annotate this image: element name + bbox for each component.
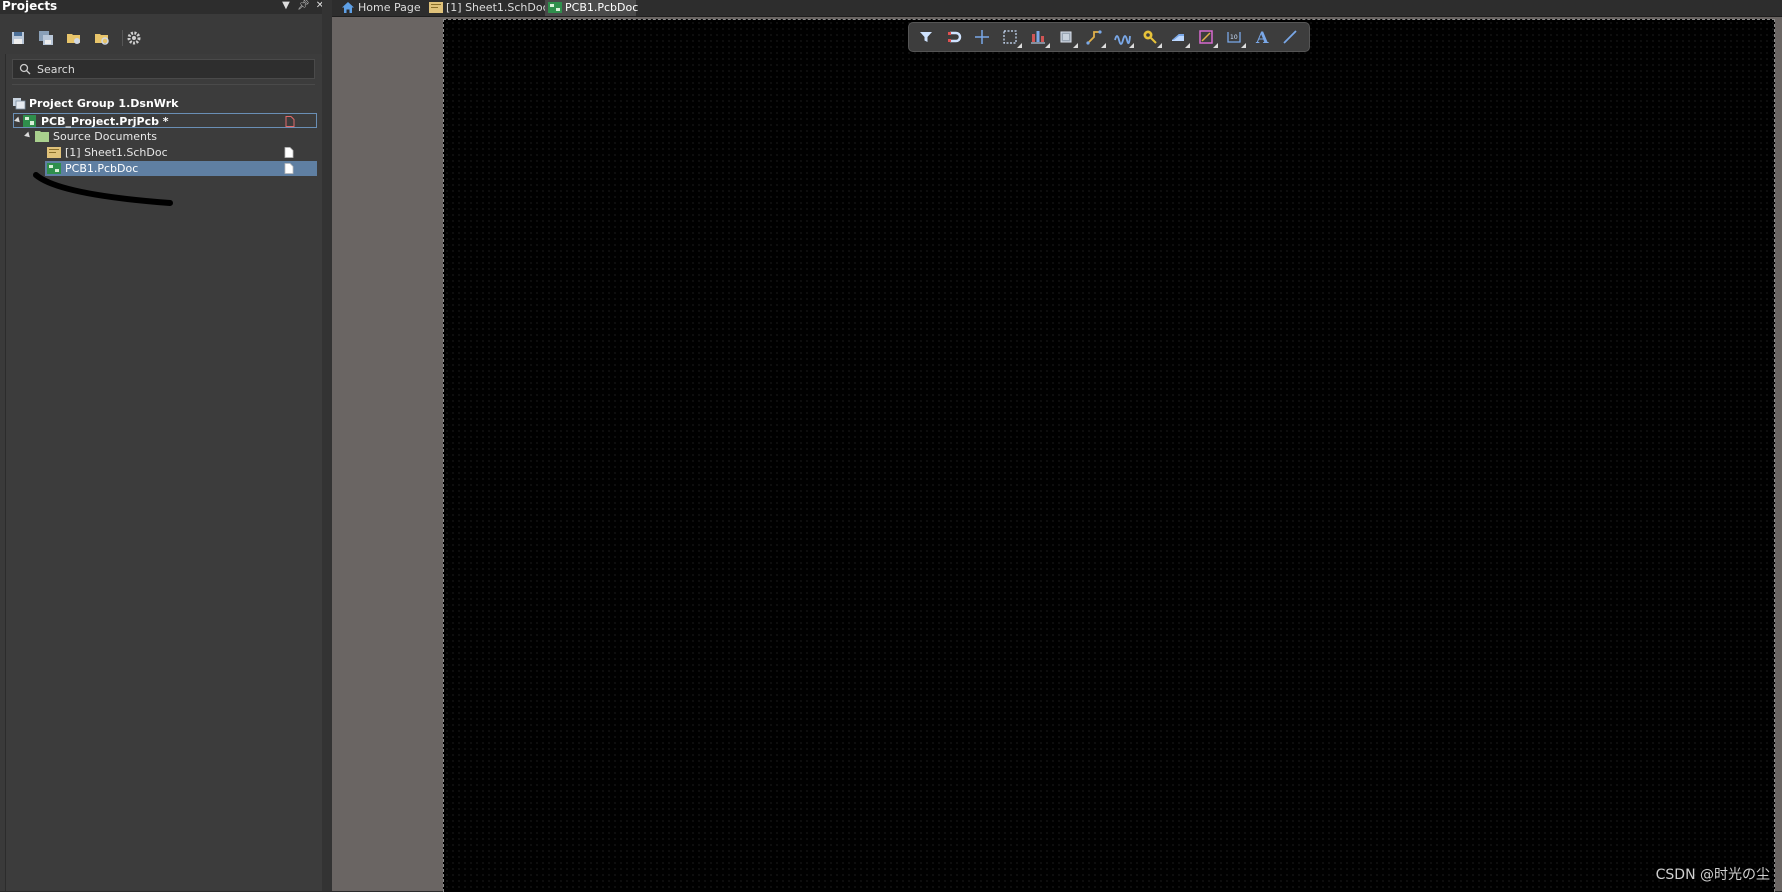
modified-document-icon xyxy=(285,116,295,127)
pcb-icon xyxy=(548,2,562,13)
folder-refresh-icon[interactable] xyxy=(94,30,112,46)
schematic-doc-icon xyxy=(47,147,61,158)
dropdown-icon[interactable]: ▼ xyxy=(280,0,292,13)
text-icon[interactable]: A xyxy=(1253,28,1271,46)
document-area xyxy=(332,17,1782,892)
tree-item-sheet1[interactable]: [1] Sheet1.SchDoc xyxy=(45,145,317,160)
select-area-icon[interactable] xyxy=(1001,28,1022,48)
expand-arrow-icon[interactable] xyxy=(14,116,22,125)
panel-title: Projects xyxy=(2,0,58,13)
dimension-icon[interactable]: 10 xyxy=(1225,28,1246,48)
search-input[interactable] xyxy=(37,60,307,78)
route-icon[interactable] xyxy=(1085,28,1106,48)
interactive-length-icon[interactable] xyxy=(1113,28,1134,48)
tree-label-group: Project Group 1.DsnWrk xyxy=(29,97,179,110)
tab-sheet1[interactable]: [1] Sheet1.SchDoc xyxy=(426,0,549,16)
expand-arrow-icon[interactable] xyxy=(24,131,32,140)
settings-icon[interactable] xyxy=(126,30,144,46)
folder-icon xyxy=(35,131,49,142)
annotation-scribble xyxy=(33,172,173,206)
save-icon[interactable] xyxy=(10,30,28,46)
region-icon[interactable] xyxy=(1197,28,1218,48)
panel-splitter[interactable] xyxy=(322,0,332,891)
home-icon xyxy=(342,2,354,13)
active-bar-toolbar: 10 A xyxy=(908,22,1310,52)
save-all-icon[interactable] xyxy=(38,30,56,46)
panel-toolbar xyxy=(0,24,332,52)
align-icon[interactable] xyxy=(1029,28,1050,48)
document-tabs: Home Page [1] Sheet1.SchDoc PCB1.PcbDoc xyxy=(332,0,1782,17)
search-icon xyxy=(19,63,31,75)
pin-icon[interactable]: 📌︎ xyxy=(297,0,310,13)
tab-label: [1] Sheet1.SchDoc xyxy=(446,1,549,14)
schematic-icon xyxy=(429,2,443,13)
svg-text:A: A xyxy=(1255,28,1269,46)
filter-icon[interactable] xyxy=(917,28,935,46)
project-group-icon xyxy=(13,98,26,110)
component-icon[interactable] xyxy=(1057,28,1078,48)
fill-icon[interactable] xyxy=(1169,28,1190,48)
toolbar-separator xyxy=(122,30,123,46)
divider xyxy=(12,84,315,85)
tab-pcb1[interactable]: PCB1.PcbDoc xyxy=(545,0,639,16)
tree-item-project-group[interactable]: Project Group 1.DsnWrk xyxy=(12,96,312,111)
watermark: CSDN @时光の尘 xyxy=(1655,867,1770,883)
tree-item-project[interactable]: PCB_Project.PrjPcb * xyxy=(13,113,317,128)
document-status-icon xyxy=(284,163,294,174)
tree-label-project: PCB_Project.PrjPcb * xyxy=(41,115,169,128)
line-icon[interactable] xyxy=(1281,28,1299,46)
snap-magnet-icon[interactable] xyxy=(945,28,963,46)
tree-label-sheet1: [1] Sheet1.SchDoc xyxy=(65,146,168,159)
projects-panel: Projects ▼ 📌︎ ✕ Project Group 1.DsnWrk xyxy=(0,0,332,891)
document-status-icon xyxy=(284,147,294,158)
pcb-project-icon xyxy=(23,115,36,127)
tree-item-source-documents[interactable]: Source Documents xyxy=(24,129,314,144)
open-folder-icon[interactable] xyxy=(66,30,84,46)
via-icon[interactable] xyxy=(1141,28,1162,48)
pcb-editor-canvas[interactable] xyxy=(443,19,1775,892)
tab-label: PCB1.PcbDoc xyxy=(565,1,639,14)
tab-home-page[interactable]: Home Page xyxy=(338,0,426,16)
cross-cursor-icon[interactable] xyxy=(973,28,991,46)
panel-header: Projects ▼ 📌︎ ✕ xyxy=(0,0,332,14)
svg-text:10: 10 xyxy=(1230,34,1238,41)
tab-label: Home Page xyxy=(358,1,421,14)
tree-label-folder: Source Documents xyxy=(53,130,157,143)
search-field[interactable] xyxy=(12,59,315,79)
